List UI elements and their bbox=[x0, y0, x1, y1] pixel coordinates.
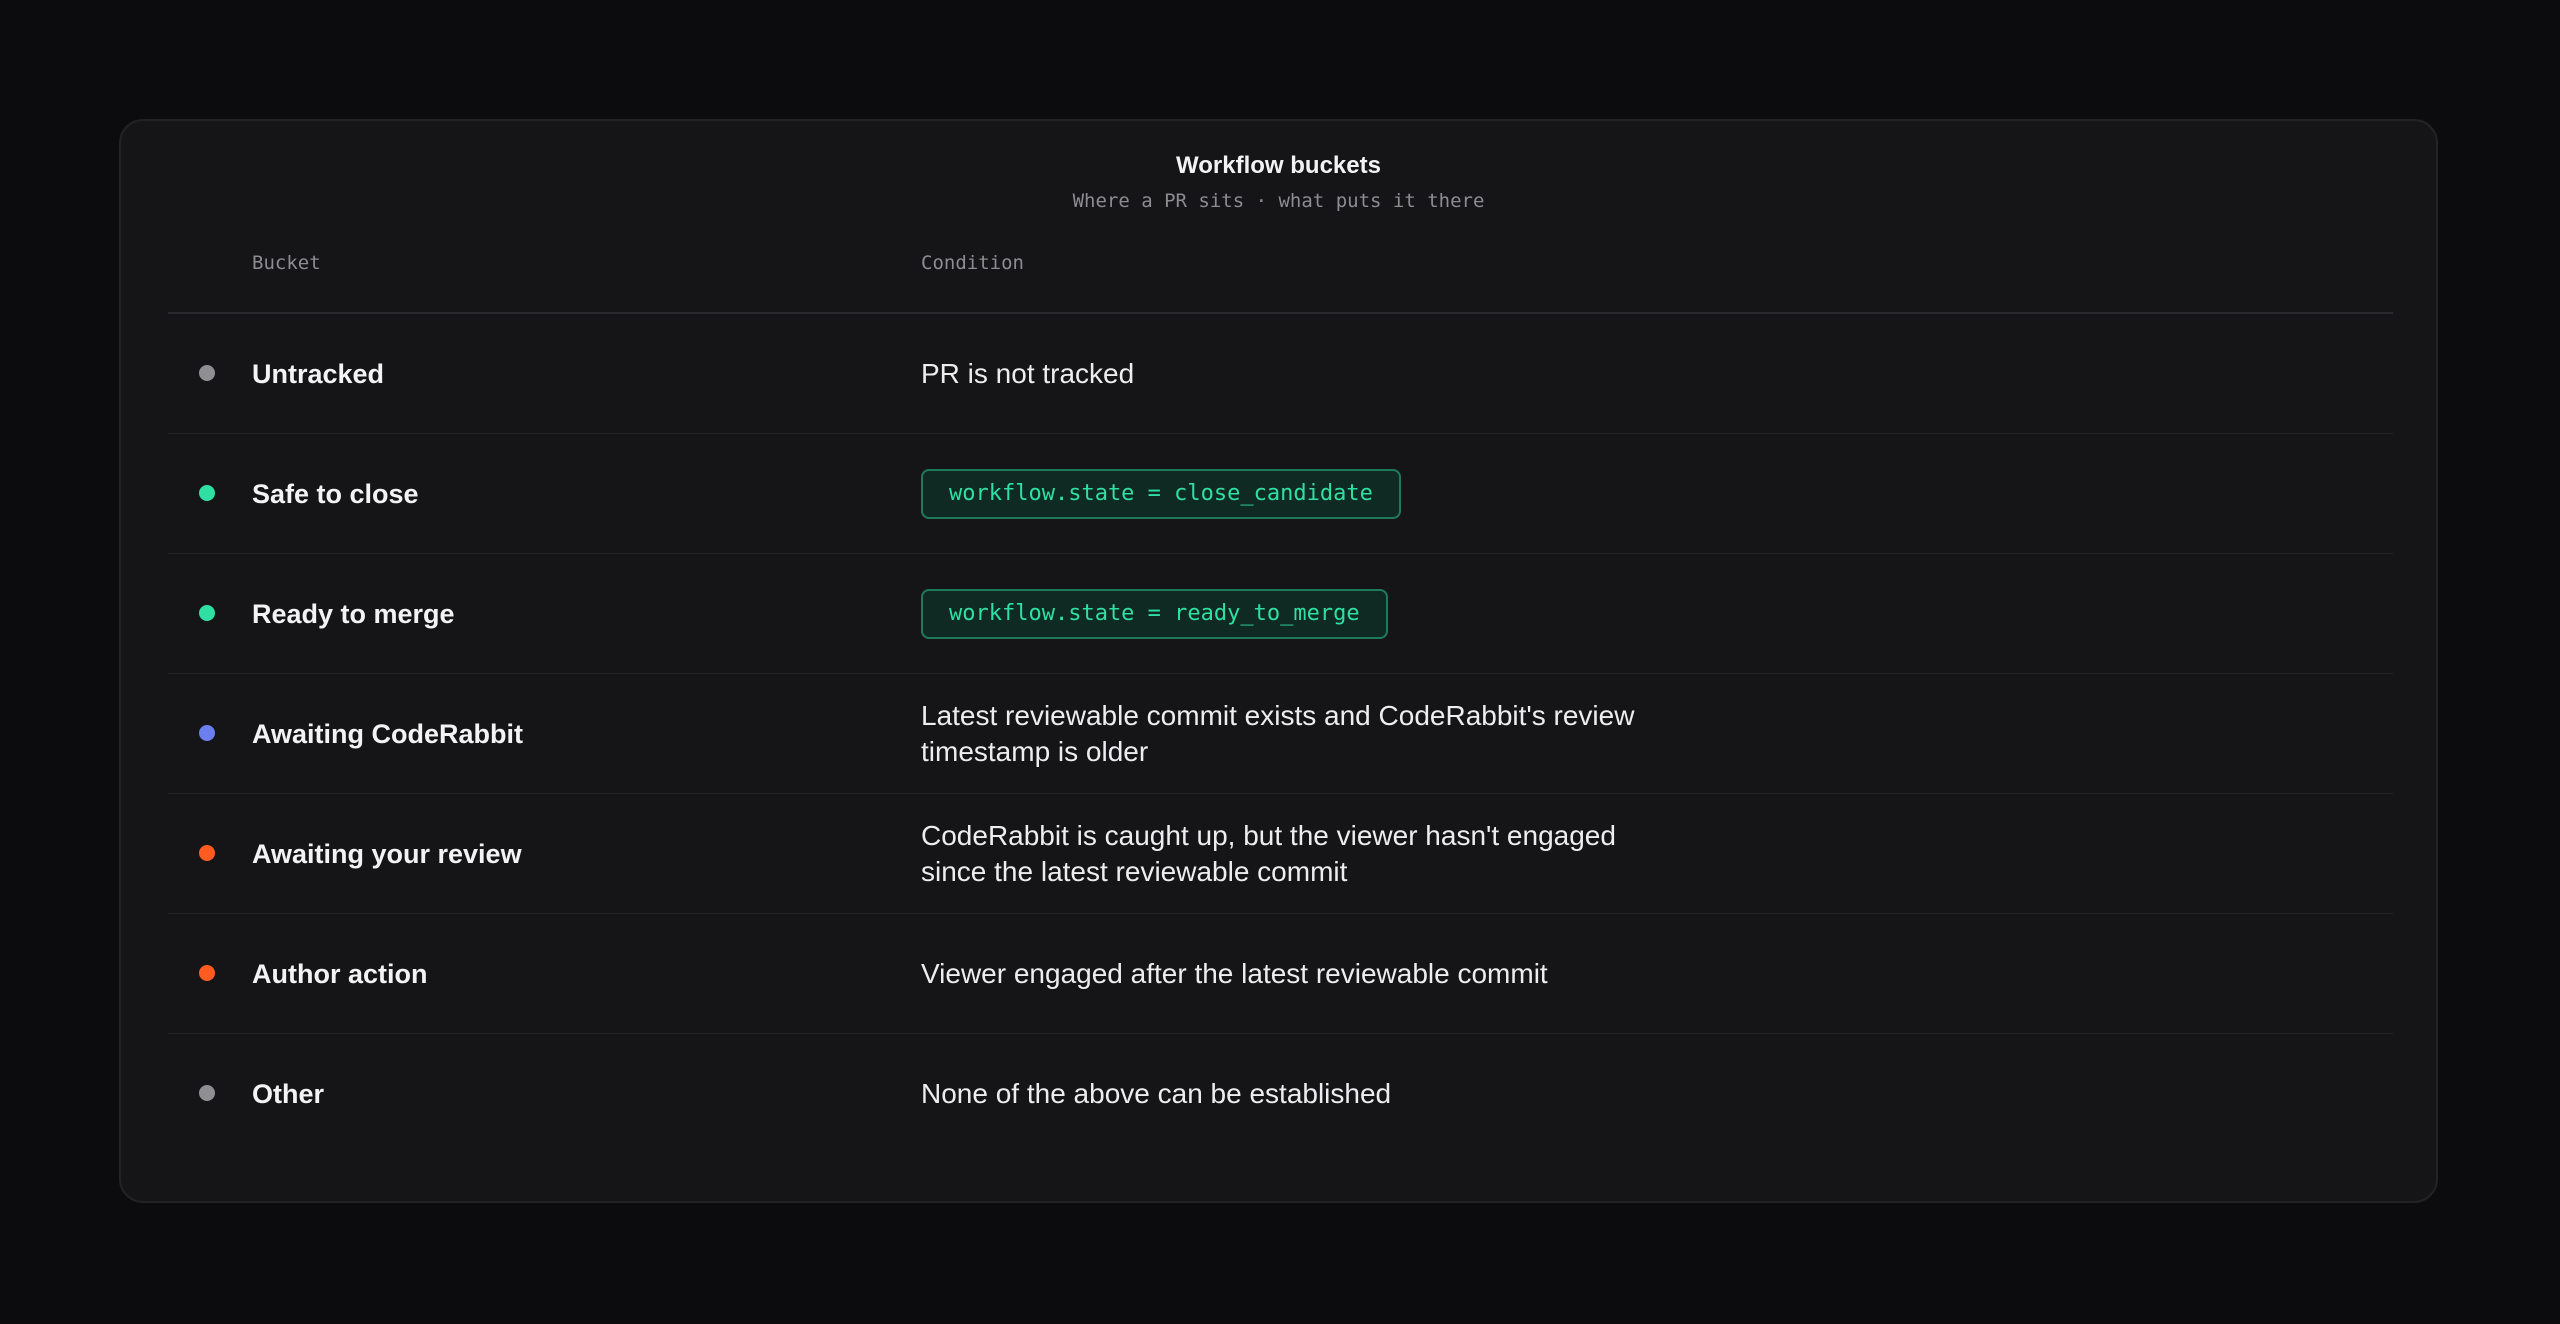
table-row: Awaiting CodeRabbit Latest reviewable co… bbox=[168, 674, 2393, 794]
card-subtitle: Where a PR sits · what puts it there bbox=[1072, 190, 1485, 212]
table-row: Other None of the above can be establish… bbox=[168, 1034, 2393, 1154]
condition-cell: Latest reviewable commit exists and Code… bbox=[921, 674, 1661, 794]
bucket-name: Safe to close bbox=[252, 478, 419, 509]
condition-text: Latest reviewable commit exists and Code… bbox=[921, 700, 1635, 767]
table-row: Awaiting your review CodeRabbit is caugh… bbox=[168, 794, 2393, 914]
status-dot bbox=[199, 605, 215, 621]
condition-cell: workflow.state = close_candidate bbox=[921, 434, 1401, 554]
bucket-name: Untracked bbox=[252, 358, 385, 389]
table-row: Untracked PR is not tracked bbox=[168, 314, 2393, 434]
bucket-name: Awaiting your review bbox=[252, 838, 522, 869]
status-dot bbox=[199, 365, 215, 381]
condition-cell: None of the above can be established bbox=[921, 1034, 1391, 1154]
status-dot bbox=[199, 845, 215, 861]
condition-cell: CodeRabbit is caught up, but the viewer … bbox=[921, 794, 1661, 914]
condition-code: workflow.state = ready_to_merge bbox=[921, 589, 1388, 639]
condition-cell: PR is not tracked bbox=[921, 314, 1134, 434]
condition-text: Viewer engaged after the latest reviewab… bbox=[921, 958, 1548, 989]
bucket-name: Author action bbox=[252, 958, 428, 989]
condition-cell: workflow.state = ready_to_merge bbox=[921, 554, 1388, 674]
condition-text: CodeRabbit is caught up, but the viewer … bbox=[921, 820, 1616, 887]
workflow-buckets-card: Workflow buckets Where a PR sits · what … bbox=[119, 119, 2438, 1203]
bucket-name: Awaiting CodeRabbit bbox=[252, 718, 524, 749]
bucket-name: Ready to merge bbox=[252, 598, 455, 629]
status-dot bbox=[199, 1085, 215, 1101]
condition-text: None of the above can be established bbox=[921, 1078, 1392, 1109]
column-header-condition: Condition bbox=[921, 252, 1024, 274]
status-dot bbox=[199, 485, 215, 501]
table-row: Safe to close workflow.state = close_can… bbox=[168, 434, 2393, 554]
column-header-bucket: Bucket bbox=[252, 252, 321, 274]
status-dot bbox=[199, 725, 215, 741]
condition-text: PR is not tracked bbox=[921, 358, 1135, 389]
table-row: Author action Viewer engaged after the l… bbox=[168, 914, 2393, 1034]
table-row: Ready to merge workflow.state = ready_to… bbox=[168, 554, 2393, 674]
bucket-table: Untracked PR is not tracked Safe to clos… bbox=[168, 314, 2393, 1154]
status-dot bbox=[199, 965, 215, 981]
condition-cell: Viewer engaged after the latest reviewab… bbox=[921, 914, 1548, 1034]
card-title: Workflow buckets bbox=[1176, 152, 1381, 179]
bucket-name: Other bbox=[252, 1078, 325, 1109]
condition-code: workflow.state = close_candidate bbox=[921, 469, 1401, 519]
